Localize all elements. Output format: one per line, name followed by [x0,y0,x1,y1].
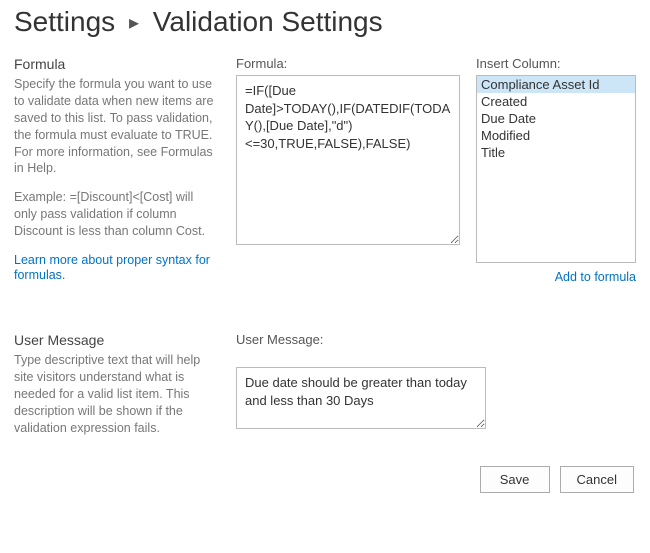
formula-help-text-1: Specify the formula you want to use to v… [14,76,214,177]
formula-syntax-link[interactable]: Learn more about proper syntax for formu… [14,253,210,282]
chevron-right-icon: ▸ [129,12,139,34]
insert-column-item[interactable]: Compliance Asset Id [477,76,635,93]
save-button[interactable]: Save [480,466,550,493]
page-title: Validation Settings [153,6,383,37]
formula-help-text-2: Example: =[Discount]<[Cost] will only pa… [14,189,214,240]
user-message-input[interactable] [236,367,486,429]
user-message-section: User Message Type descriptive text that … [14,332,636,436]
insert-column-item[interactable]: Due Date [477,110,635,127]
insert-column-item[interactable]: Created [477,93,635,110]
user-message-title: User Message [14,332,214,348]
formula-label: Formula: [236,56,460,71]
add-to-formula-link[interactable]: Add to formula [555,270,636,284]
insert-column-label: Insert Column: [476,56,636,71]
user-message-label: User Message: [236,332,636,347]
formula-section-title: Formula [14,56,214,72]
insert-column-item[interactable]: Modified [477,127,635,144]
formula-section: Formula Specify the formula you want to … [14,56,636,284]
cancel-button[interactable]: Cancel [560,466,634,493]
insert-column-list[interactable]: Compliance Asset IdCreatedDue DateModifi… [476,75,636,263]
formula-input[interactable] [236,75,460,245]
user-message-help: Type descriptive text that will help sit… [14,352,214,436]
breadcrumb-root-link[interactable]: Settings [14,6,115,37]
breadcrumb: Settings ▸ Validation Settings [14,6,636,38]
insert-column-item[interactable]: Title [477,144,635,161]
